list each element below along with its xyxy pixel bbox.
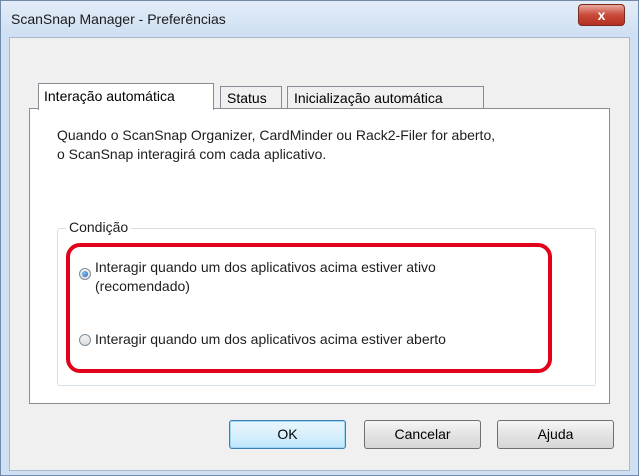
- ok-button[interactable]: OK: [229, 420, 346, 449]
- tab-label: Interação automática: [44, 88, 175, 104]
- condition-legend: Condição: [66, 219, 132, 235]
- help-button[interactable]: Ajuda: [497, 420, 614, 449]
- tab-interacao-automatica-active[interactable]: Interação automática: [38, 83, 214, 110]
- description-text: Quando o ScanSnap Organizer, CardMinder …: [57, 126, 597, 164]
- help-label: Ajuda: [537, 426, 574, 442]
- title-bar[interactable]: ScanSnap Manager - Preferências x: [1, 1, 638, 37]
- close-icon: x: [597, 7, 606, 23]
- tab-inicializacao-automatica[interactable]: Inicialização automática: [287, 86, 484, 109]
- description-line: o ScanSnap interagirá com cada aplicativ…: [57, 146, 327, 162]
- highlight-annotation: [66, 243, 552, 373]
- close-button[interactable]: x: [578, 4, 625, 26]
- window-title: ScanSnap Manager - Preferências: [11, 11, 226, 27]
- tab-label: Status: [227, 90, 267, 106]
- cancel-button[interactable]: Cancelar: [364, 420, 481, 449]
- tab-label: Inicialização automática: [294, 90, 443, 106]
- tab-status[interactable]: Status: [220, 86, 282, 109]
- ok-label: OK: [277, 426, 298, 442]
- description-line: Quando o ScanSnap Organizer, CardMinder …: [57, 127, 496, 143]
- cancel-label: Cancelar: [394, 426, 451, 442]
